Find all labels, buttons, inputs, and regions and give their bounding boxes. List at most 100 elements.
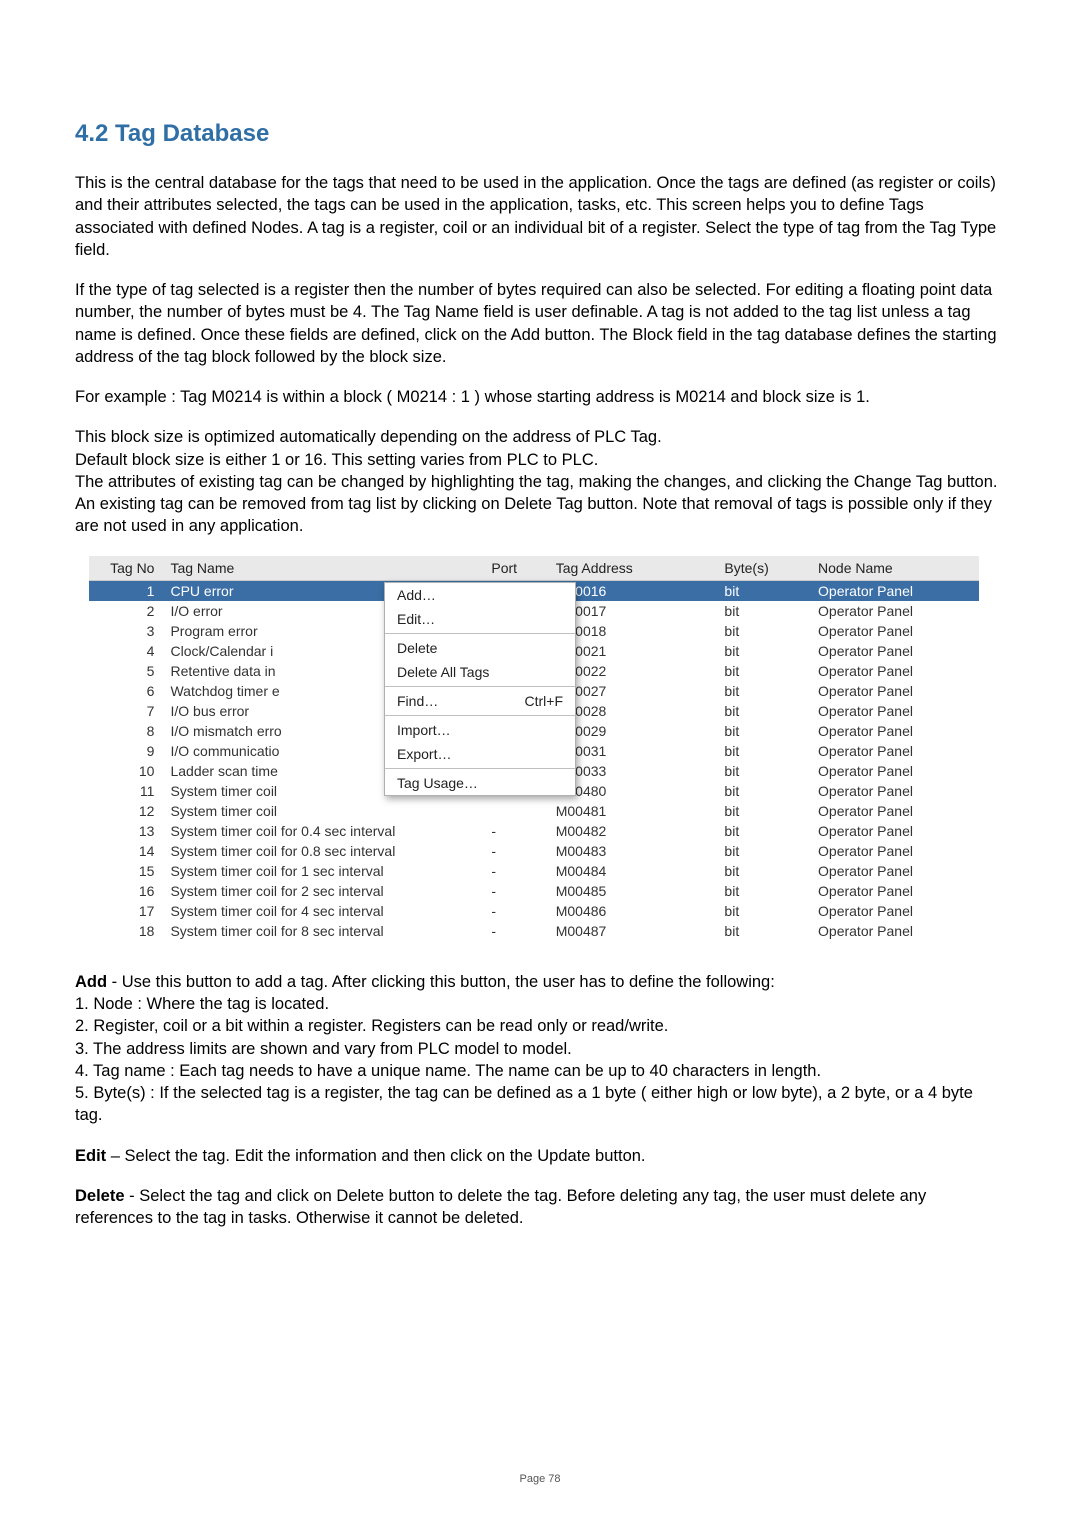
cell-node-name: Operator Panel [810, 921, 979, 941]
menu-add[interactable]: Add… [385, 583, 575, 607]
cell-tag-no: 15 [89, 861, 162, 881]
cell-tag-name: System timer coil for 1 sec interval [162, 861, 483, 881]
cell-bytes: bit [716, 701, 810, 721]
menu-edit[interactable]: Edit… [385, 607, 575, 631]
cell-tag-name: System timer coil for 2 sec interval [162, 881, 483, 901]
menu-find-shortcut: Ctrl+F [525, 693, 564, 709]
cell-node-name: Operator Panel [810, 881, 979, 901]
cell-bytes: bit [716, 841, 810, 861]
list-item: 5. Byte(s) : If the selected tag is a re… [75, 1082, 1005, 1127]
menu-tag-usage[interactable]: Tag Usage… [385, 771, 575, 795]
cell-bytes: bit [716, 681, 810, 701]
col-port[interactable]: Port [483, 556, 547, 581]
cell-tag-no: 4 [89, 641, 162, 661]
cell-tag-address: M00487 [548, 921, 717, 941]
cell-port: - [483, 881, 547, 901]
table-row[interactable]: 18System timer coil for 8 sec interval-M… [89, 921, 979, 941]
paragraph: Delete - Select the tag and click on Del… [75, 1185, 1005, 1230]
menu-find[interactable]: Find… Ctrl+F [385, 689, 575, 713]
cell-tag-address: M00481 [548, 801, 717, 821]
cell-tag-no: 2 [89, 601, 162, 621]
cell-tag-no: 9 [89, 741, 162, 761]
cell-node-name: Operator Panel [810, 641, 979, 661]
menu-import[interactable]: Import… [385, 718, 575, 742]
col-bytes[interactable]: Byte(s) [716, 556, 810, 581]
cell-node-name: Operator Panel [810, 781, 979, 801]
cell-node-name: Operator Panel [810, 681, 979, 701]
cell-tag-no: 8 [89, 721, 162, 741]
cell-node-name: Operator Panel [810, 841, 979, 861]
cell-bytes: bit [716, 801, 810, 821]
cell-tag-no: 6 [89, 681, 162, 701]
table-row[interactable]: 15System timer coil for 1 sec interval-M… [89, 861, 979, 881]
menu-delete[interactable]: Delete [385, 636, 575, 660]
paragraph: Edit – Select the tag. Edit the informat… [75, 1145, 1005, 1167]
cell-tag-no: 16 [89, 881, 162, 901]
cell-bytes: bit [716, 761, 810, 781]
list-item: 2. Register, coil or a bit within a regi… [75, 1015, 1005, 1037]
cell-bytes: bit [716, 661, 810, 681]
col-node-name[interactable]: Node Name [810, 556, 979, 581]
col-tag-no[interactable]: Tag No [89, 556, 162, 581]
cell-node-name: Operator Panel [810, 821, 979, 841]
delete-label: Delete [75, 1187, 125, 1205]
cell-tag-no: 3 [89, 621, 162, 641]
cell-tag-name: System timer coil for 0.4 sec interval [162, 821, 483, 841]
cell-bytes: bit [716, 721, 810, 741]
cell-node-name: Operator Panel [810, 701, 979, 721]
cell-node-name: Operator Panel [810, 801, 979, 821]
table-row[interactable]: 14System timer coil for 0.8 sec interval… [89, 841, 979, 861]
cell-bytes: bit [716, 921, 810, 941]
cell-tag-address: M00483 [548, 841, 717, 861]
paragraph: Default block size is either 1 or 16. Th… [75, 449, 1005, 471]
paragraph: This is the central database for the tag… [75, 172, 1005, 261]
cell-bytes: bit [716, 781, 810, 801]
table-row[interactable]: 16System timer coil for 2 sec interval-M… [89, 881, 979, 901]
cell-node-name: Operator Panel [810, 601, 979, 621]
cell-tag-no: 5 [89, 661, 162, 681]
cell-tag-address: M00485 [548, 881, 717, 901]
table-row[interactable]: 13System timer coil for 0.4 sec interval… [89, 821, 979, 841]
cell-bytes: bit [716, 901, 810, 921]
paragraph: The attributes of existing tag can be ch… [75, 471, 1005, 538]
cell-tag-address: M00482 [548, 821, 717, 841]
list-item: 1. Node : Where the tag is located. [75, 993, 1005, 1015]
paragraph: If the type of tag selected is a registe… [75, 279, 1005, 368]
cell-bytes: bit [716, 741, 810, 761]
add-text: - Use this button to add a tag. After cl… [107, 973, 775, 991]
cell-tag-no: 12 [89, 801, 162, 821]
cell-port: - [483, 901, 547, 921]
menu-find-label: Find… [397, 693, 438, 709]
cell-port [483, 801, 547, 821]
cell-tag-no: 17 [89, 901, 162, 921]
list-item: 3. The address limits are shown and vary… [75, 1038, 1005, 1060]
tag-table-container: Tag No Tag Name Port Tag Address Byte(s)… [89, 556, 1005, 941]
table-row[interactable]: 12System timer coilM00481bitOperator Pan… [89, 801, 979, 821]
menu-export[interactable]: Export… [385, 742, 575, 766]
cell-tag-address: M00486 [548, 901, 717, 921]
add-label: Add [75, 973, 107, 991]
cell-tag-name: System timer coil for 4 sec interval [162, 901, 483, 921]
cell-bytes: bit [716, 861, 810, 881]
cell-bytes: bit [716, 580, 810, 601]
menu-delete-all[interactable]: Delete All Tags [385, 660, 575, 684]
cell-bytes: bit [716, 621, 810, 641]
paragraph: For example : Tag M0214 is within a bloc… [75, 386, 1005, 408]
cell-node-name: Operator Panel [810, 861, 979, 881]
cell-tag-address: M00484 [548, 861, 717, 881]
table-row[interactable]: 17System timer coil for 4 sec interval-M… [89, 901, 979, 921]
cell-node-name: Operator Panel [810, 721, 979, 741]
cell-bytes: bit [716, 881, 810, 901]
menu-separator [385, 715, 575, 716]
menu-separator [385, 768, 575, 769]
col-tag-name[interactable]: Tag Name [162, 556, 483, 581]
table-header-row: Tag No Tag Name Port Tag Address Byte(s)… [89, 556, 979, 581]
edit-label: Edit [75, 1147, 106, 1165]
paragraph: Add - Use this button to add a tag. Afte… [75, 971, 1005, 993]
cell-tag-no: 18 [89, 921, 162, 941]
cell-bytes: bit [716, 821, 810, 841]
cell-port: - [483, 921, 547, 941]
cell-tag-no: 13 [89, 821, 162, 841]
col-tag-address[interactable]: Tag Address [548, 556, 717, 581]
cell-tag-no: 1 [89, 580, 162, 601]
